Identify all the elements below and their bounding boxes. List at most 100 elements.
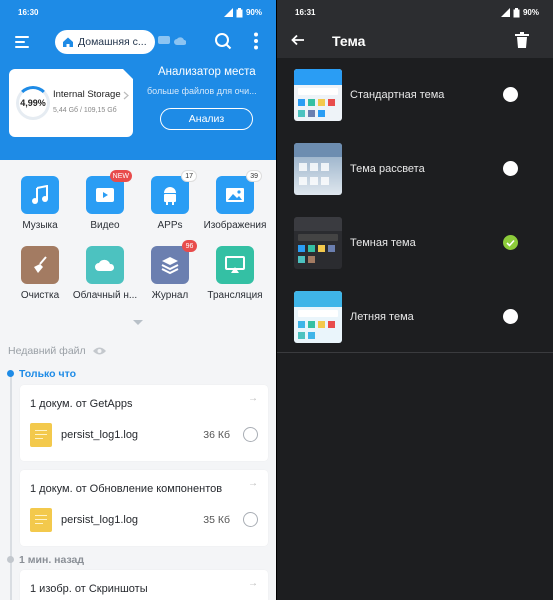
- broom-icon: [21, 246, 59, 284]
- music-icon: [21, 176, 59, 214]
- search-icon[interactable]: [214, 32, 232, 50]
- theme-label: Тема рассвета: [350, 163, 425, 175]
- recent-card[interactable]: 1 изобр. от Скриншоты →: [20, 570, 268, 600]
- theme-screen: 16:31 90% Тема Стандартная тема Тема рас…: [277, 0, 553, 600]
- recent-card-title: 1 докум. от GetApps: [30, 398, 133, 410]
- stack-icon: 96: [151, 240, 197, 284]
- toolbar: Домашняя с...: [0, 25, 276, 59]
- category-label: Музыка: [22, 220, 58, 231]
- status-time: 16:31: [295, 8, 316, 17]
- recent-files-title: Недавний файл: [8, 345, 86, 357]
- status-time: 16:30: [18, 8, 39, 17]
- home-icon: [63, 37, 73, 47]
- category-label: Облачный н...: [72, 290, 138, 301]
- file-manager-screen: 16:30 90% Домашняя с... 4,99% Internal S…: [0, 0, 276, 600]
- file-size: 36 Кб: [203, 429, 230, 441]
- cloud-small-icon[interactable]: [174, 36, 186, 46]
- file-select-radio[interactable]: [243, 427, 258, 442]
- storage-usage-ring: 4,99%: [16, 86, 50, 120]
- cast-icon: [216, 246, 254, 284]
- category-cleaner[interactable]: Очистка: [5, 246, 75, 301]
- category-label: Очистка: [20, 290, 60, 301]
- theme-radio[interactable]: [503, 309, 518, 324]
- document-icon: [30, 423, 52, 447]
- back-arrow-icon[interactable]: [291, 34, 305, 46]
- cloud-icon: [86, 246, 124, 284]
- analyzer-subtitle: больше файлов для очи...: [147, 86, 257, 96]
- analyzer-title: Анализатор места: [158, 66, 256, 78]
- theme-preview-summer: [294, 291, 342, 343]
- theme-option-dawn[interactable]: Тема рассвета: [277, 143, 553, 217]
- theme-preview-dawn: [294, 143, 342, 195]
- category-label: Трансляция: [207, 290, 263, 301]
- category-music[interactable]: Музыка: [5, 176, 75, 231]
- battery-level: 90%: [522, 8, 539, 17]
- header-panel: Домашняя с... 4,99% Internal Storage 5,4…: [0, 25, 276, 160]
- chat-icon[interactable]: [158, 36, 170, 46]
- video-icon: NEW: [86, 170, 132, 214]
- theme-radio[interactable]: [503, 161, 518, 176]
- category-images[interactable]: 39 Изображения: [200, 170, 270, 231]
- storage-card[interactable]: 4,99% Internal Storage 5,44 Gб / 109,15 …: [9, 69, 133, 137]
- eye-icon[interactable]: [92, 346, 107, 356]
- recent-card-title: 1 докум. от Обновление компонентов: [30, 483, 223, 495]
- battery-level: 90%: [245, 8, 262, 17]
- recent-card-title: 1 изобр. от Скриншоты: [30, 583, 148, 595]
- android-icon: 17: [151, 170, 197, 214]
- theme-radio[interactable]: [503, 87, 518, 102]
- location-label: Домашняя с...: [78, 36, 147, 48]
- theme-option-standard[interactable]: Стандартная тема: [277, 69, 553, 143]
- signal-icon: [500, 8, 510, 17]
- theme-option-summer[interactable]: Летняя тема: [277, 291, 553, 365]
- image-icon: 39: [216, 170, 262, 214]
- location-pill[interactable]: Домашняя с...: [55, 30, 155, 54]
- timeline-label: 1 мин. назад: [19, 554, 85, 566]
- checkmark-icon: [506, 239, 515, 247]
- timeline-dot: [7, 370, 14, 377]
- recent-files-header: Недавний файл: [8, 345, 107, 357]
- recent-card[interactable]: 1 докум. от GetApps → persist_log1.log 3…: [20, 385, 268, 461]
- storage-name: Internal Storage: [53, 89, 121, 100]
- file-name: persist_log1.log: [61, 429, 139, 441]
- theme-label: Летняя тема: [350, 311, 414, 323]
- more-options-icon[interactable]: [253, 32, 259, 50]
- list-divider: [277, 352, 553, 353]
- storage-size: 5,44 Gб / 109,15 Gб: [53, 107, 117, 114]
- category-apps[interactable]: 17 APPs: [135, 170, 205, 231]
- category-label: Изображения: [203, 220, 267, 231]
- count-badge: 96: [182, 240, 197, 252]
- count-badge: 39: [246, 170, 262, 182]
- status-bar: 16:30 90%: [0, 0, 276, 25]
- arrow-right-icon[interactable]: →: [248, 393, 258, 404]
- storage-percent: 4,99%: [20, 98, 46, 108]
- arrow-right-icon[interactable]: →: [248, 578, 258, 589]
- category-video[interactable]: NEW Видео: [70, 170, 140, 231]
- analyze-button[interactable]: Анализ: [160, 108, 253, 130]
- page-title: Тема: [332, 33, 366, 49]
- arrow-right-icon[interactable]: →: [248, 478, 258, 489]
- category-label: Видео: [90, 220, 120, 231]
- theme-preview-standard: [294, 69, 342, 121]
- battery-icon: [236, 7, 243, 17]
- theme-label: Темная тема: [350, 237, 416, 249]
- category-label: Журнал: [151, 290, 189, 301]
- category-label: APPs: [157, 220, 183, 231]
- category-cast[interactable]: Трансляция: [200, 246, 270, 301]
- timeline-line: [10, 372, 12, 600]
- menu-icon[interactable]: [12, 31, 34, 53]
- theme-radio-selected[interactable]: [503, 235, 518, 250]
- battery-icon: [513, 7, 520, 17]
- theme-preview-dark: [294, 217, 342, 269]
- file-select-radio[interactable]: [243, 512, 258, 527]
- trash-icon[interactable]: [515, 32, 529, 48]
- category-log[interactable]: 96 Журнал: [135, 240, 205, 301]
- signal-icon: [223, 8, 233, 17]
- status-bar: 16:31 90%: [277, 0, 553, 25]
- expand-caret-icon[interactable]: [133, 320, 143, 325]
- theme-option-dark[interactable]: Темная тема: [277, 217, 553, 291]
- toolbar: Тема: [277, 25, 553, 58]
- recent-card[interactable]: 1 докум. от Обновление компонентов → per…: [20, 470, 268, 546]
- category-cloud[interactable]: Облачный н...: [70, 246, 140, 301]
- timeline-label: Только что: [19, 368, 76, 380]
- chevron-right-icon: [123, 91, 129, 100]
